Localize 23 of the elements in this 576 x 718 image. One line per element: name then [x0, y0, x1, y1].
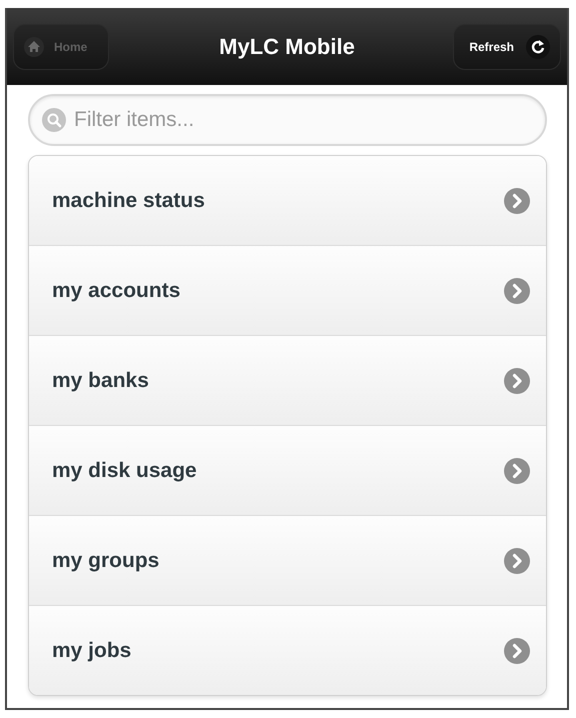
home-icon [24, 36, 44, 56]
item-label: my jobs [52, 638, 132, 662]
item-label: my disk usage [52, 458, 197, 482]
refresh-icon [526, 34, 550, 58]
item-label: my groups [52, 548, 160, 572]
list-item[interactable]: my jobs [29, 605, 546, 695]
list-item[interactable]: my disk usage [29, 425, 546, 515]
chevron-icon [504, 458, 530, 484]
chevron-icon [504, 188, 530, 214]
filter-field[interactable]: Filter items... [28, 94, 547, 146]
app-title: MyLC Mobile [219, 34, 355, 60]
chevron-icon [504, 638, 530, 664]
item-label: my accounts [52, 278, 180, 302]
list-item[interactable]: my accounts [29, 245, 546, 335]
refresh-button[interactable]: Refresh [453, 24, 561, 70]
list-item[interactable]: machine status [29, 156, 546, 245]
list-item[interactable]: my groups [29, 515, 546, 605]
item-label: machine status [52, 188, 205, 212]
list-item[interactable]: my banks [29, 335, 546, 425]
chevron-icon [504, 368, 530, 394]
chevron-icon [504, 548, 530, 574]
chevron-icon [504, 278, 530, 304]
item-label: my banks [52, 368, 149, 392]
